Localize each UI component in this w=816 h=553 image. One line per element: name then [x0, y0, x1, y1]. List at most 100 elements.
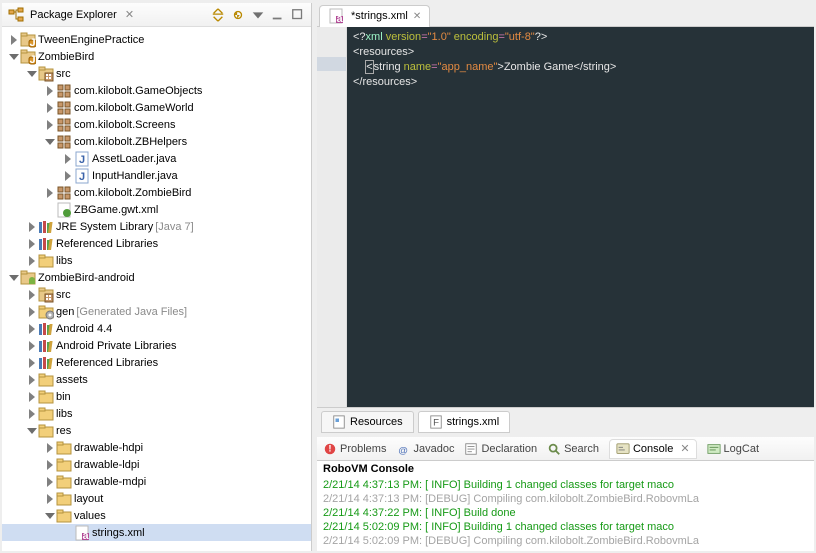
tree-item-label: Android 4.4: [56, 323, 112, 335]
tree-item[interactable]: Android 4.4: [2, 320, 311, 337]
tree-item[interactable]: drawable-hdpi: [2, 439, 311, 456]
project-tree[interactable]: TweenEnginePractice ZombieBird src com.kilo…: [2, 27, 311, 551]
chevron-right-icon[interactable]: [44, 187, 56, 199]
chevron-down-icon[interactable]: [26, 425, 38, 437]
close-icon[interactable]: ✕: [680, 442, 689, 455]
tree-item[interactable]: libs: [2, 405, 311, 422]
tree-item[interactable]: com.kilobolt.GameObjects: [2, 82, 311, 99]
chevron-right-icon[interactable]: [26, 391, 38, 403]
tree-item[interactable]: com.kilobolt.GameWorld: [2, 99, 311, 116]
code-editor[interactable]: <?xml version="1.0" encoding="utf-8"?> <…: [347, 27, 814, 407]
package-icon: [56, 83, 72, 99]
chevron-right-icon[interactable]: [26, 221, 38, 233]
link-editor-icon[interactable]: [231, 8, 245, 22]
tree-item[interactable]: src: [2, 65, 311, 82]
file-icon: [429, 415, 443, 429]
tree-item[interactable]: layout: [2, 490, 311, 507]
tab-strings-xml[interactable]: strings.xml: [418, 411, 511, 433]
view-menu-icon[interactable]: [251, 8, 265, 22]
tree-item[interactable]: bin: [2, 388, 311, 405]
close-tab-icon[interactable]: ✕: [413, 11, 421, 22]
tab-javadoc[interactable]: Javadoc: [396, 442, 454, 456]
chevron-down-icon[interactable]: [26, 68, 38, 80]
folder-icon: [38, 389, 54, 405]
chevron-right-icon[interactable]: [26, 374, 38, 386]
tab-declaration[interactable]: Declaration: [464, 442, 537, 456]
editor-gutter[interactable]: [317, 27, 347, 407]
tree-item-label: src: [56, 68, 71, 80]
tree-item-label: libs: [56, 255, 73, 267]
tree-item[interactable]: InputHandler.java: [2, 167, 311, 184]
chevron-right-icon[interactable]: [26, 255, 38, 267]
tree-item[interactable]: Referenced Libraries: [2, 354, 311, 371]
tab-resources[interactable]: Resources: [321, 411, 414, 433]
console-output[interactable]: 2/21/14 4:37:13 PM: [ INFO] Building 1 c…: [317, 477, 814, 551]
tab-console[interactable]: Console✕: [609, 439, 697, 459]
tree-item[interactable]: res: [2, 422, 311, 439]
tree-item[interactable]: TweenEnginePractice: [2, 31, 311, 48]
panel-header: Package Explorer ✕: [2, 3, 311, 27]
tree-item-label: Referenced Libraries: [56, 238, 158, 250]
tree-item-label: drawable-ldpi: [74, 459, 139, 471]
tree-item[interactable]: values: [2, 507, 311, 524]
folder-icon: [56, 440, 72, 456]
chevron-down-icon[interactable]: [44, 510, 56, 522]
chevron-right-icon[interactable]: [44, 493, 56, 505]
chevron-right-icon[interactable]: [44, 476, 56, 488]
collapse-all-icon[interactable]: [211, 8, 225, 22]
tab-search[interactable]: Search: [547, 442, 599, 456]
chevron-right-icon[interactable]: [26, 289, 38, 301]
tree-item[interactable]: strings.xml: [2, 524, 311, 541]
editor-tab-strings-xml[interactable]: *strings.xml ✕: [319, 5, 430, 27]
editor-tab-label: *strings.xml: [351, 10, 408, 22]
package-icon: [56, 100, 72, 116]
tree-item[interactable]: AssetLoader.java: [2, 150, 311, 167]
tree-item[interactable]: com.kilobolt.ZombieBird: [2, 184, 311, 201]
chevron-right-icon[interactable]: [44, 119, 56, 131]
chevron-right-icon[interactable]: [44, 85, 56, 97]
tree-item[interactable]: JRE System Library [Java 7]: [2, 218, 311, 235]
chevron-down-icon[interactable]: [8, 272, 20, 284]
package-explorer-icon: [8, 7, 24, 23]
tree-item-decoration: [Generated Java Files]: [76, 306, 187, 318]
chevron-right-icon[interactable]: [26, 408, 38, 420]
chevron-right-icon[interactable]: [26, 323, 38, 335]
chevron-right-icon[interactable]: [26, 340, 38, 352]
chevron-right-icon[interactable]: [44, 459, 56, 471]
chevron-right-icon[interactable]: [26, 238, 38, 250]
library-icon: [38, 236, 54, 252]
tree-item-label: drawable-mdpi: [74, 476, 146, 488]
console-tabs: Problems Javadoc Declaration Search Cons…: [317, 437, 814, 461]
chevron-down-icon[interactable]: [8, 51, 20, 63]
chevron-right-icon[interactable]: [44, 102, 56, 114]
tab-logcat[interactable]: LogCat: [707, 442, 759, 456]
close-icon[interactable]: ✕: [125, 8, 134, 21]
tree-item[interactable]: com.kilobolt.ZBHelpers: [2, 133, 311, 150]
chevron-right-icon[interactable]: [62, 153, 74, 165]
tree-item[interactable]: ZombieBird-android: [2, 269, 311, 286]
declaration-icon: [464, 442, 478, 456]
chevron-right-icon[interactable]: [26, 306, 38, 318]
chevron-right-icon[interactable]: [26, 357, 38, 369]
tree-item[interactable]: libs: [2, 252, 311, 269]
tab-problems[interactable]: Problems: [323, 442, 386, 456]
tree-item[interactable]: ZBGame.gwt.xml: [2, 201, 311, 218]
maximize-icon[interactable]: [291, 8, 305, 22]
minimize-icon[interactable]: [271, 8, 285, 22]
tree-item[interactable]: src: [2, 286, 311, 303]
tree-item[interactable]: Referenced Libraries: [2, 235, 311, 252]
tree-item[interactable]: ZombieBird: [2, 48, 311, 65]
tree-item-label: values: [74, 510, 106, 522]
chevron-right-icon[interactable]: [62, 170, 74, 182]
tree-item[interactable]: Android Private Libraries: [2, 337, 311, 354]
tree-item[interactable]: gen [Generated Java Files]: [2, 303, 311, 320]
tree-item-label: TweenEnginePractice: [38, 34, 144, 46]
tree-item[interactable]: drawable-mdpi: [2, 473, 311, 490]
tree-item[interactable]: com.kilobolt.Screens: [2, 116, 311, 133]
tree-item-label: com.kilobolt.ZombieBird: [74, 187, 191, 199]
tree-item[interactable]: assets: [2, 371, 311, 388]
tree-item[interactable]: drawable-ldpi: [2, 456, 311, 473]
chevron-down-icon[interactable]: [44, 136, 56, 148]
chevron-right-icon[interactable]: [8, 34, 20, 46]
chevron-right-icon[interactable]: [44, 442, 56, 454]
